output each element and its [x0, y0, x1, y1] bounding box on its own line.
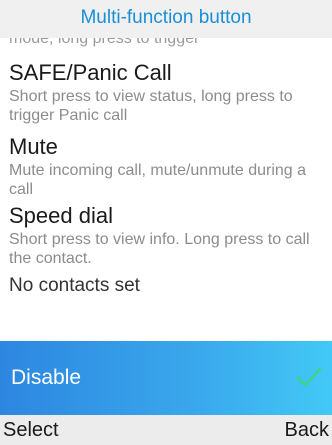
- select-softkey[interactable]: Select: [3, 419, 59, 442]
- option-disable-selected[interactable]: Disable: [0, 341, 332, 415]
- back-softkey[interactable]: Back: [285, 419, 329, 442]
- clipped-description: mode, long press to trigger: [9, 38, 200, 47]
- softkey-bar: Select Back: [0, 415, 332, 445]
- option-description: Mute incoming call, mute/unmute during a…: [9, 162, 307, 198]
- option-mute[interactable]: Mute Mute incoming call, mute/unmute dur…: [9, 134, 325, 199]
- option-label: Speed dial: [9, 203, 113, 228]
- page-title: Multi-function button: [80, 7, 252, 28]
- header: Multi-function button: [0, 0, 332, 38]
- option-label: Disable: [11, 366, 82, 389]
- no-contacts-text: No contacts set: [9, 275, 140, 296]
- option-description: Short press to view status, long press t…: [9, 88, 293, 124]
- option-label: Mute: [9, 134, 58, 159]
- option-description: Short press to view info. Long press to …: [9, 231, 310, 267]
- option-label: SAFE/Panic Call: [9, 60, 172, 85]
- options-list: mode, long press to trigger SAFE/Panic C…: [0, 38, 332, 341]
- option-safe-panic-call[interactable]: SAFE/Panic Call Short press to view stat…: [9, 60, 325, 125]
- check-icon: [296, 367, 322, 387]
- option-speed-dial[interactable]: Speed dial Short press to view info. Lon…: [9, 203, 325, 298]
